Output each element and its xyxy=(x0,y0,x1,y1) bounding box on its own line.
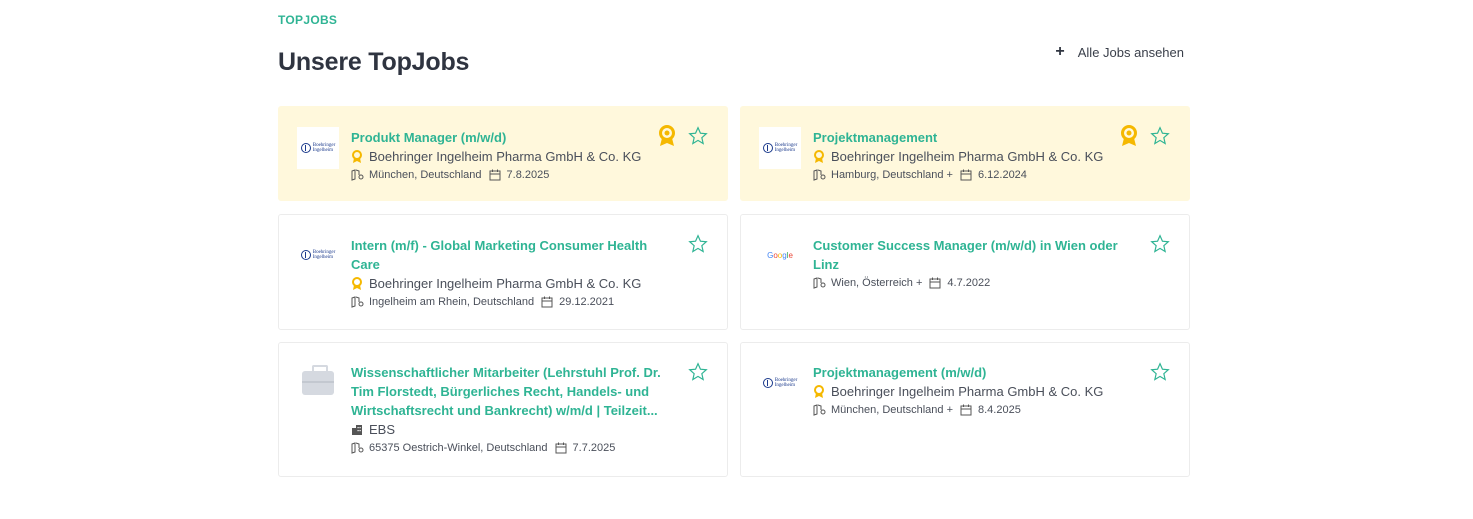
job-title[interactable]: Produkt Manager (m/w/d) xyxy=(351,128,677,147)
meta-row: Wien, Österreich + 4.7.2022 xyxy=(813,274,1139,292)
boehringer-logo: Boehringer Ingelheim xyxy=(759,127,801,169)
award-icon xyxy=(351,276,363,291)
meta-row: 65375 Oestrich-Winkel, Deutschland 7.7.2… xyxy=(351,439,677,457)
card-actions xyxy=(687,233,709,255)
job-card-wissenschaftlicher-mitarbeiter[interactable]: Wissenschaftlicher Mitarbeiter (Lehrstuh… xyxy=(278,342,728,477)
section-eyebrow: TOPJOBS xyxy=(278,13,338,27)
page-title: Unsere TopJobs xyxy=(278,48,470,76)
job-card-produkt-manager[interactable]: Boehringer Ingelheim Produkt Manager (m/w… xyxy=(278,106,728,201)
job-date: 8.4.2025 xyxy=(978,404,1021,416)
job-date: 29.12.2021 xyxy=(559,296,615,308)
company-name: EBS xyxy=(369,422,396,437)
calendar-icon xyxy=(541,296,553,308)
favorite-star-icon[interactable] xyxy=(687,233,709,255)
job-title[interactable]: Projektmanagement (m/w/d) xyxy=(813,363,1139,382)
card-actions xyxy=(1149,361,1171,383)
job-date: 7.8.2025 xyxy=(506,169,550,181)
card-actions xyxy=(1149,233,1171,255)
job-location: Ingelheim am Rhein, Deutschland xyxy=(369,296,535,308)
job-location: Hamburg, Deutschland + xyxy=(831,169,953,181)
job-title[interactable]: Customer Success Manager (m/w/d) in Wien… xyxy=(813,236,1139,274)
company-name: Boehringer Ingelheim Pharma GmbH & Co. K… xyxy=(831,149,1104,164)
favorite-star-icon[interactable] xyxy=(1149,361,1171,383)
company-name: Boehringer Ingelheim Pharma GmbH & Co. K… xyxy=(369,276,642,291)
location-map-icon xyxy=(813,404,826,416)
card-actions xyxy=(687,361,709,383)
job-date: 7.7.2025 xyxy=(572,442,616,454)
job-location: München, Deutschland + xyxy=(831,404,953,416)
boehringer-logo: Boehringer Ingelheim xyxy=(297,234,339,276)
company-name: Boehringer Ingelheim Pharma GmbH & Co. K… xyxy=(831,384,1104,399)
job-title[interactable]: Intern (m/f) - Global Marketing Consumer… xyxy=(351,236,677,274)
boehringer-logo: Boehringer Ingelheim xyxy=(297,127,339,169)
company-row: Boehringer Ingelheim Pharma GmbH & Co. K… xyxy=(813,382,1139,401)
location-map-icon xyxy=(351,169,364,181)
job-title[interactable]: Projektmanagement xyxy=(813,128,1139,147)
job-location: München, Deutschland xyxy=(369,169,482,181)
card-actions xyxy=(1119,125,1171,147)
calendar-icon xyxy=(555,442,567,454)
location-map-icon xyxy=(351,442,364,454)
job-card-projektmanagement[interactable]: Boehringer Ingelheim Projektmanagement Bo… xyxy=(740,106,1190,201)
calendar-icon xyxy=(929,277,941,289)
top-job-badge-icon xyxy=(1119,125,1139,147)
job-card-intern-global-marketing[interactable]: Boehringer Ingelheim Intern (m/f) - Globa… xyxy=(278,214,728,330)
job-card-projektmanagement-mwd[interactable]: Boehringer Ingelheim Projektmanagement (m… xyxy=(740,342,1190,477)
award-icon xyxy=(813,149,825,164)
calendar-icon xyxy=(489,169,501,181)
job-card-customer-success-manager[interactable]: Google Customer Success Manager (m/w/d) … xyxy=(740,214,1190,330)
location-map-icon xyxy=(351,296,364,308)
location-map-icon xyxy=(813,169,826,181)
favorite-star-icon[interactable] xyxy=(1149,233,1171,255)
job-location: 65375 Oestrich-Winkel, Deutschland xyxy=(369,442,548,454)
building-icon xyxy=(351,424,363,436)
award-icon xyxy=(813,384,825,399)
google-logo: Google xyxy=(767,250,793,260)
company-name: Boehringer Ingelheim Pharma GmbH & Co. K… xyxy=(369,149,642,164)
meta-row: Hamburg, Deutschland + 6.12.2024 xyxy=(813,166,1139,184)
award-icon xyxy=(351,149,363,164)
job-date: 6.12.2024 xyxy=(977,169,1027,181)
boehringer-logo: Boehringer Ingelheim xyxy=(759,362,801,404)
favorite-star-icon[interactable] xyxy=(687,361,709,383)
company-row: Boehringer Ingelheim Pharma GmbH & Co. K… xyxy=(351,274,677,293)
company-row: Boehringer Ingelheim Pharma GmbH & Co. K… xyxy=(813,147,1139,166)
plus-icon: + xyxy=(1055,43,1065,60)
job-title[interactable]: Wissenschaftlicher Mitarbeiter (Lehrstuh… xyxy=(351,363,677,420)
all-jobs-label: Alle Jobs ansehen xyxy=(1077,44,1184,60)
job-location: Wien, Österreich + xyxy=(831,277,923,289)
meta-row: Ingelheim am Rhein, Deutschland 29.12.20… xyxy=(351,293,677,311)
calendar-icon xyxy=(960,169,972,181)
meta-row: München, Deutschland 7.8.2025 xyxy=(351,166,677,184)
top-job-badge-icon xyxy=(657,125,677,147)
company-row: Boehringer Ingelheim Pharma GmbH & Co. K… xyxy=(351,147,677,166)
favorite-star-icon[interactable] xyxy=(1149,125,1171,147)
card-actions xyxy=(657,125,709,147)
favorite-star-icon[interactable] xyxy=(687,125,709,147)
location-map-icon xyxy=(813,277,826,289)
all-jobs-link[interactable]: + Alle Jobs ansehen xyxy=(1055,44,1184,60)
calendar-icon xyxy=(960,404,972,416)
job-date: 4.7.2022 xyxy=(947,277,991,289)
meta-row: München, Deutschland + 8.4.2025 xyxy=(813,401,1139,419)
company-row: EBS xyxy=(351,420,677,439)
briefcase-placeholder-icon xyxy=(297,359,339,401)
